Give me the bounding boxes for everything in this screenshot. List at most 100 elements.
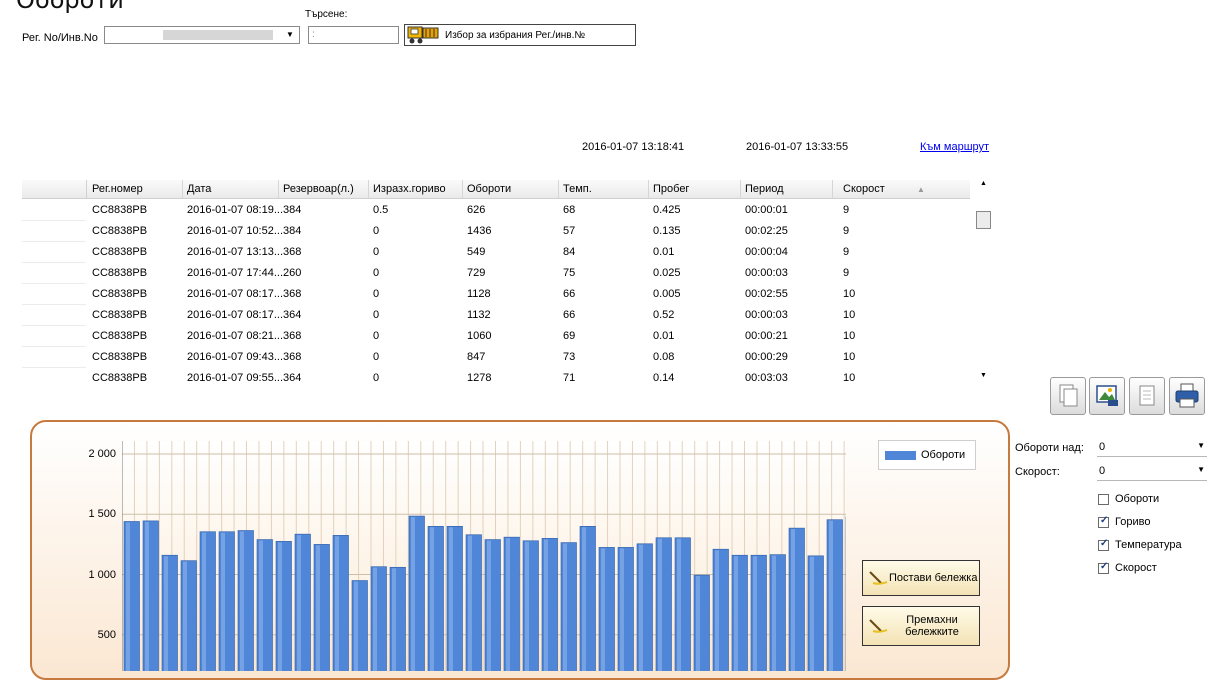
cell-period[interactable]: 00:00:01 xyxy=(745,204,788,216)
table-row[interactable]: CC8838PB 2016-01-07 08:17... 368 0 1128 66 0.0… xyxy=(22,283,970,305)
table-row[interactable]: CC8838PB 2016-01-07 08:17... 364 0 1132 66 0.5… xyxy=(22,304,970,326)
check-fuel[interactable]: Гориво xyxy=(1098,515,1150,528)
cell-fuel[interactable]: 0 xyxy=(373,246,379,258)
cell-date[interactable]: 2016-01-07 08:19... xyxy=(187,204,283,216)
cell-temp[interactable]: 57 xyxy=(563,225,575,237)
scroll-thumb[interactable] xyxy=(976,211,991,229)
check-speed[interactable]: Скорост xyxy=(1098,561,1157,574)
cell-reg[interactable]: CC8838PB xyxy=(92,267,147,279)
cell-tank[interactable]: 260 xyxy=(283,267,301,279)
cell-mileage[interactable]: 0.01 xyxy=(653,330,674,342)
cell-speed[interactable]: 9 xyxy=(843,267,849,279)
cell-reg[interactable]: CC8838PB xyxy=(92,246,147,258)
cell-speed[interactable]: 10 xyxy=(843,372,855,384)
table-row[interactable]: CC8838PB 2016-01-07 08:21... 368 0 1060 69 0.0… xyxy=(22,325,970,347)
row-header[interactable] xyxy=(22,262,86,284)
cell-tank[interactable]: 368 xyxy=(283,246,301,258)
cell-mileage[interactable]: 0.135 xyxy=(653,225,681,237)
cell-period[interactable]: 00:00:29 xyxy=(745,351,788,363)
cell-rpm[interactable]: 1060 xyxy=(467,330,491,342)
cell-period[interactable]: 00:00:03 xyxy=(745,267,788,279)
table-row[interactable]: CC8838PB 2016-01-07 10:52... 384 0 1436 57 0.1… xyxy=(22,220,970,242)
cell-rpm[interactable]: 1128 xyxy=(467,288,491,300)
grid-scrollbar[interactable]: ▲ ▼ xyxy=(975,180,992,384)
cell-mileage[interactable]: 0.01 xyxy=(653,246,674,258)
col-rpm[interactable]: Обороти xyxy=(467,183,511,195)
cell-mileage[interactable]: 0.005 xyxy=(653,288,681,300)
cell-period[interactable]: 00:02:25 xyxy=(745,225,788,237)
chevron-down-icon[interactable]: ▼ xyxy=(283,28,297,42)
cell-rpm[interactable]: 847 xyxy=(467,351,485,363)
cell-tank[interactable]: 368 xyxy=(283,330,301,342)
col-period[interactable]: Период xyxy=(745,183,784,195)
print-button[interactable] xyxy=(1169,377,1205,415)
cell-date[interactable]: 2016-01-07 08:17... xyxy=(187,309,283,321)
cell-tank[interactable]: 384 xyxy=(283,204,301,216)
table-row[interactable]: CC8838PB 2016-01-07 17:44... 260 0 729 75 0.02… xyxy=(22,262,970,284)
remove-notes-button[interactable]: Премахни бележките xyxy=(862,606,980,646)
row-header[interactable] xyxy=(22,241,86,263)
cell-period[interactable]: 00:00:04 xyxy=(745,246,788,258)
table-row[interactable]: CC8838PB 2016-01-07 08:19... 384 0.5 626 68 0.… xyxy=(22,199,970,221)
cell-reg[interactable]: CC8838PB xyxy=(92,309,147,321)
cell-date[interactable]: 2016-01-07 13:13... xyxy=(187,246,283,258)
cell-date[interactable]: 2016-01-07 09:55... xyxy=(187,372,283,384)
cell-reg[interactable]: CC8838PB xyxy=(92,330,147,342)
col-temp[interactable]: Темп. xyxy=(563,183,592,195)
cell-tank[interactable]: 364 xyxy=(283,372,301,384)
reg-combo[interactable]: ▼ xyxy=(104,26,300,44)
cell-reg[interactable]: CC8838PB xyxy=(92,351,147,363)
cell-rpm[interactable]: 1278 xyxy=(467,372,491,384)
cell-temp[interactable]: 66 xyxy=(563,309,575,321)
export-image-button[interactable] xyxy=(1089,377,1125,415)
checkbox-fuel[interactable] xyxy=(1098,515,1109,528)
cell-fuel[interactable]: 0 xyxy=(373,309,379,321)
cell-rpm[interactable]: 1436 xyxy=(467,225,491,237)
cell-date[interactable]: 2016-01-07 10:52... xyxy=(187,225,283,237)
check-temperature[interactable]: Температура xyxy=(1098,538,1182,551)
col-speed[interactable]: Скорост xyxy=(843,183,885,195)
chevron-down-icon[interactable]: ▼ xyxy=(1197,465,1205,474)
cell-speed[interactable]: 10 xyxy=(843,351,855,363)
table-row[interactable]: CC8838PB 2016-01-07 13:13... 368 0 549 84 0.01… xyxy=(22,241,970,263)
cell-reg[interactable]: CC8838PB xyxy=(92,225,147,237)
row-header[interactable] xyxy=(22,199,86,221)
cell-date[interactable]: 2016-01-07 08:21... xyxy=(187,330,283,342)
cell-fuel[interactable]: 0 xyxy=(373,351,379,363)
checkbox-speed[interactable] xyxy=(1098,561,1109,574)
check-rpm[interactable]: Обороти xyxy=(1098,493,1159,505)
cell-period[interactable]: 00:00:03 xyxy=(745,309,788,321)
cell-mileage[interactable]: 0.025 xyxy=(653,267,681,279)
speed-select[interactable]: 0 ▼ xyxy=(1097,463,1207,481)
cell-reg[interactable]: CC8838PB xyxy=(92,204,147,216)
cell-speed[interactable]: 10 xyxy=(843,288,855,300)
cell-fuel[interactable]: 0.5 xyxy=(373,204,388,216)
search-input[interactable]: : xyxy=(308,26,399,44)
cell-rpm[interactable]: 729 xyxy=(467,267,485,279)
col-mileage[interactable]: Пробег xyxy=(653,183,689,195)
cell-reg[interactable]: CC8838PB xyxy=(92,372,147,384)
chevron-down-icon[interactable]: ▼ xyxy=(1197,441,1205,450)
cell-mileage[interactable]: 0.08 xyxy=(653,351,674,363)
cell-period[interactable]: 00:02:55 xyxy=(745,288,788,300)
cell-speed[interactable]: 10 xyxy=(843,330,855,342)
cell-tank[interactable]: 368 xyxy=(283,288,301,300)
cell-temp[interactable]: 75 xyxy=(563,267,575,279)
cell-rpm[interactable]: 1132 xyxy=(467,309,491,321)
cell-tank[interactable]: 364 xyxy=(283,309,301,321)
cell-fuel[interactable]: 0 xyxy=(373,330,379,342)
row-header[interactable] xyxy=(22,367,86,386)
table-row[interactable]: CC8838PB 2016-01-07 09:43... 368 0 847 73 0.08… xyxy=(22,346,970,368)
cell-temp[interactable]: 84 xyxy=(563,246,575,258)
col-reg[interactable]: Рег.номер xyxy=(92,183,143,195)
cell-temp[interactable]: 68 xyxy=(563,204,575,216)
cell-date[interactable]: 2016-01-07 17:44... xyxy=(187,267,283,279)
cell-fuel[interactable]: 0 xyxy=(373,225,379,237)
cell-speed[interactable]: 10 xyxy=(843,309,855,321)
col-tank[interactable]: Резервоар(л.) xyxy=(283,183,354,195)
pick-selected-button[interactable]: Избор за избрания Рег./инв.№ xyxy=(404,24,636,46)
cell-temp[interactable]: 73 xyxy=(563,351,575,363)
row-header[interactable] xyxy=(22,283,86,305)
cell-fuel[interactable]: 0 xyxy=(373,267,379,279)
cell-speed[interactable]: 9 xyxy=(843,225,849,237)
